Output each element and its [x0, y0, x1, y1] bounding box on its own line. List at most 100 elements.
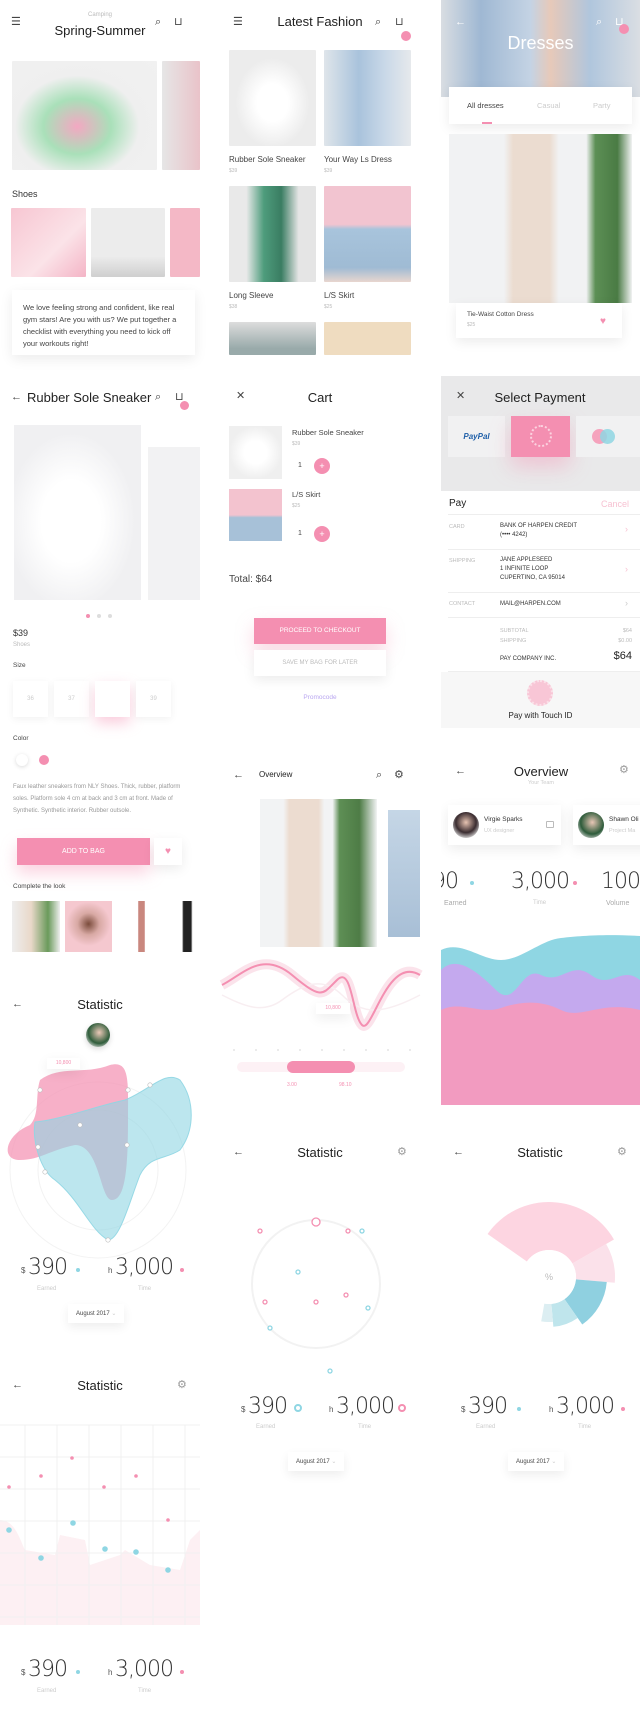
color-swatch-white[interactable]	[16, 754, 28, 766]
range-slider-thumb[interactable]	[287, 1061, 355, 1073]
month-selector[interactable]: August 2017 ⌄	[68, 1304, 125, 1323]
increase-quantity-button[interactable]: +	[314, 526, 330, 542]
product-image[interactable]	[14, 425, 141, 600]
arrow-left-icon[interactable]: ←	[455, 766, 466, 777]
arrow-left-icon[interactable]: ←	[12, 999, 23, 1010]
product-image[interactable]	[449, 134, 632, 303]
product-image[interactable]	[229, 322, 316, 355]
product-card[interactable]	[456, 303, 622, 338]
card-value[interactable]: BANK OF HARPEN CREDIT (•••• 4242)	[500, 522, 577, 540]
arrow-left-icon[interactable]: ←	[12, 1380, 23, 1391]
shoe-thumb[interactable]	[91, 208, 165, 277]
area-series-pink	[441, 1002, 640, 1105]
search-icon[interactable]: ⌕	[596, 17, 602, 28]
radar-point	[42, 1169, 48, 1175]
look-item-image[interactable]	[170, 901, 200, 952]
contact-value[interactable]: MAIL@HARPEN.COM	[500, 600, 561, 609]
proceed-to-checkout-button[interactable]: PROCEED TO CHECKOUT	[254, 618, 386, 644]
size-option[interactable]: 36	[13, 681, 48, 717]
increase-quantity-button[interactable]: +	[314, 458, 330, 474]
look-item-image[interactable]	[65, 901, 112, 952]
product-name[interactable]: Tie-Waist Cotton Dress	[467, 311, 534, 318]
product-next-image[interactable]	[148, 447, 200, 600]
size-option[interactable]: 37	[54, 681, 89, 717]
month-selector[interactable]: August 2017 ⌄	[288, 1452, 345, 1471]
currency-unit: $	[461, 1405, 466, 1414]
background-area	[0, 1520, 200, 1625]
gear-icon[interactable]: ⚙	[617, 1147, 627, 1158]
size-option[interactable]: 39	[136, 681, 171, 717]
shoe-thumb[interactable]	[11, 208, 86, 277]
size-option-selected[interactable]: 38	[95, 681, 130, 717]
month-selector[interactable]: August 2017 ⌄	[508, 1452, 565, 1471]
product-image[interactable]	[324, 50, 411, 146]
heart-icon[interactable]: ♥	[600, 316, 606, 327]
chart-tooltip: 10,800	[316, 1003, 350, 1014]
arrow-left-icon[interactable]: ←	[11, 392, 22, 403]
team-member-card[interactable]: Shawn Oli Project Ma	[573, 805, 640, 845]
apple-pay-label: Pay	[449, 498, 467, 509]
arrow-left-icon[interactable]: ←	[455, 17, 466, 28]
close-icon[interactable]: ✕	[456, 391, 465, 402]
arrow-left-icon[interactable]: ←	[233, 1147, 244, 1158]
favorite-button[interactable]: ♥	[154, 838, 182, 865]
tab-casual[interactable]: Casual	[537, 101, 560, 110]
avatar[interactable]	[86, 1023, 110, 1047]
search-icon[interactable]: ⌕	[376, 770, 382, 781]
look-item-image[interactable]	[12, 901, 60, 952]
search-icon[interactable]: ⌕	[155, 392, 161, 403]
chevron-right-icon[interactable]: ›	[625, 564, 628, 574]
fingerprint-icon[interactable]	[527, 680, 553, 706]
gear-icon[interactable]: ⚙	[394, 770, 404, 781]
page-title: Statistic	[77, 997, 123, 1012]
arrow-left-icon[interactable]: ←	[453, 1147, 464, 1158]
look-item-image[interactable]	[118, 901, 165, 952]
overview-image[interactable]	[260, 799, 377, 947]
time-unit: h	[549, 1405, 554, 1414]
gear-icon[interactable]: ⚙	[397, 1147, 407, 1158]
touch-id-option[interactable]	[511, 416, 570, 457]
chevron-right-icon[interactable]: ›	[625, 598, 628, 608]
gear-icon[interactable]: ⚙	[619, 765, 629, 776]
chat-icon[interactable]	[546, 821, 554, 828]
paypal-option[interactable]: PayPal	[448, 416, 505, 457]
chevron-right-icon[interactable]: ›	[625, 524, 628, 534]
cancel-button[interactable]: Cancel	[601, 499, 629, 509]
product-name[interactable]: Rubber Sole Sneaker	[229, 155, 306, 164]
product-image[interactable]	[324, 186, 411, 282]
close-icon[interactable]: ✕	[236, 391, 245, 402]
legend-dot	[621, 1407, 625, 1411]
hamburger-icon[interactable]: ☰	[11, 17, 21, 28]
product-image[interactable]	[324, 322, 411, 355]
product-name[interactable]: L/S Skirt	[324, 291, 354, 300]
radar-point	[37, 1087, 43, 1093]
shopping-bag-icon[interactable]: ⊔	[174, 17, 183, 28]
team-member-card[interactable]: Virgie Sparks UX designer	[448, 805, 561, 845]
save-bag-button[interactable]: SAVE MY BAG FOR LATER	[254, 650, 386, 676]
carousel-dot[interactable]	[108, 614, 112, 618]
shoe-thumb[interactable]	[170, 208, 200, 277]
shopping-bag-icon[interactable]: ⊔	[395, 17, 404, 28]
divider	[448, 549, 640, 550]
product-name[interactable]: Your Way Ls Dress	[324, 155, 392, 164]
hero-sneaker-image[interactable]	[12, 61, 157, 170]
color-swatch-pink[interactable]	[39, 755, 49, 765]
hero-next-image[interactable]	[162, 61, 200, 170]
mastercard-option[interactable]	[576, 416, 640, 457]
carousel-dot[interactable]	[97, 614, 101, 618]
carousel-dot-active[interactable]	[86, 614, 90, 618]
tab-party[interactable]: Party	[593, 101, 611, 110]
product-image[interactable]	[229, 50, 316, 146]
add-to-bag-button[interactable]: ADD TO BAG	[17, 838, 150, 865]
promocode-link[interactable]: Promocode	[254, 694, 386, 701]
product-image[interactable]	[229, 186, 316, 282]
search-icon[interactable]: ⌕	[155, 17, 161, 28]
arrow-left-icon[interactable]: ←	[233, 770, 244, 781]
tab-all-dresses[interactable]: All dresses	[467, 101, 504, 110]
product-name[interactable]: Long Sleeve	[229, 291, 273, 300]
overview-next-image[interactable]	[388, 810, 420, 937]
gear-icon[interactable]: ⚙	[177, 1380, 187, 1391]
hamburger-icon[interactable]: ☰	[233, 17, 243, 28]
search-icon[interactable]: ⌕	[375, 17, 381, 28]
shipping-value[interactable]: JANE APPLESEED 1 INFINITE LOOP CUPERTINO, …	[500, 556, 565, 583]
